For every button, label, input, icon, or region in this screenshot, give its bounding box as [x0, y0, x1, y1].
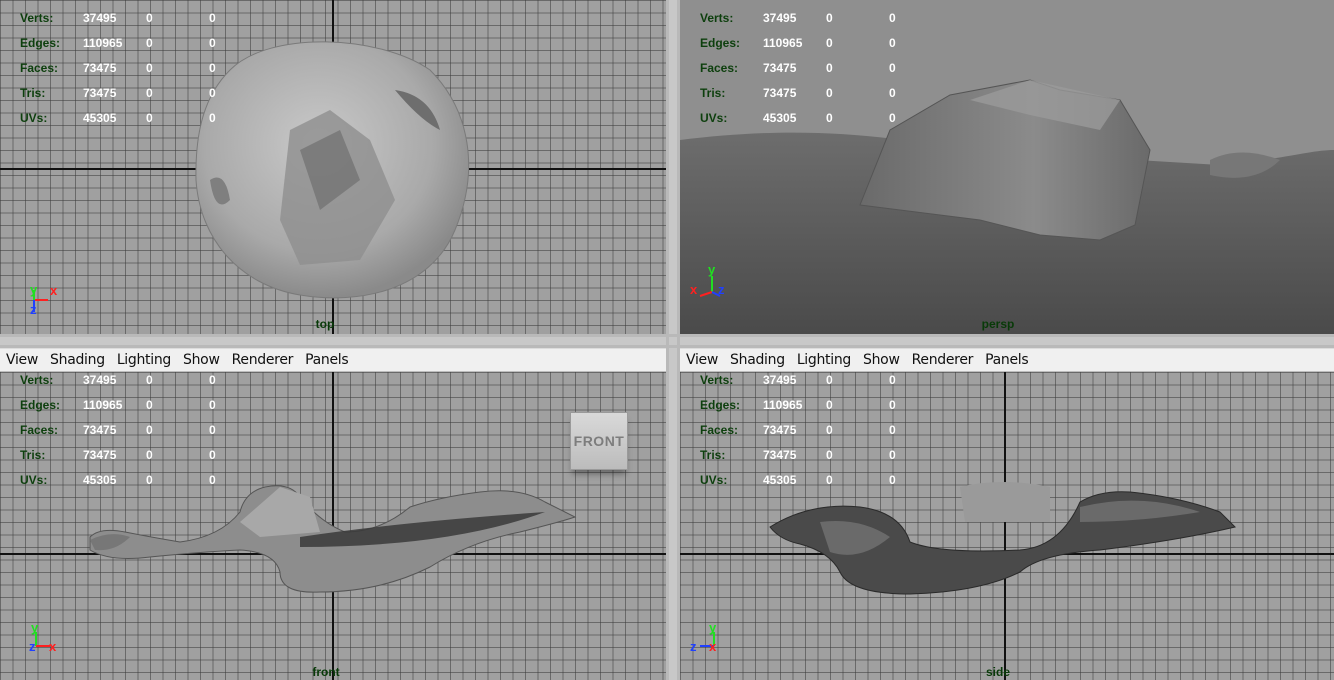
- axis-y-label: y: [30, 282, 38, 297]
- view-cube-label: FRONT: [573, 433, 625, 449]
- axis-z-label: z: [718, 282, 725, 297]
- axis-gizmo-icon: y z x: [688, 620, 728, 660]
- viewport-divider: [666, 0, 680, 680]
- menu-shading[interactable]: Shading: [730, 352, 785, 368]
- camera-label-top: top: [315, 317, 335, 331]
- viewport-front[interactable]: Verts: 37495 0 0 Edges: 110965 0 0 Faces: 73475…: [0, 372, 668, 680]
- menu-shading[interactable]: Shading: [50, 352, 105, 368]
- menu-renderer[interactable]: Renderer: [232, 352, 294, 368]
- viewport-persp[interactable]: Verts: 37495 0 0 Edges: 110965 0 0 Faces: 73475…: [680, 0, 1334, 335]
- menu-lighting[interactable]: Lighting: [117, 352, 172, 368]
- axis-x-label: x: [50, 283, 58, 298]
- axis-gizmo-icon: y x z: [28, 282, 68, 322]
- menu-renderer[interactable]: Renderer: [912, 352, 974, 368]
- axis-gizmo-icon: y x z: [690, 262, 740, 302]
- axis-gizmo-icon: y z x: [28, 620, 68, 660]
- poly-stats: Verts: 37495 0 0 Edges: 110965 0 0 Faces: 73475…: [700, 11, 896, 125]
- panel-menubar-side: View Shading Lighting Show Renderer Pane…: [680, 348, 1334, 372]
- menu-show[interactable]: Show: [183, 352, 220, 368]
- axis-z-label: z: [690, 639, 697, 654]
- camera-label-side: side: [985, 665, 1011, 679]
- viewport-side[interactable]: Verts: 37495 0 0 Edges: 110965 0 0 Faces: 73475…: [680, 372, 1334, 680]
- poly-stats: Verts: 37495 0 0 Edges: 110965 0 0 Faces: 73475…: [700, 373, 896, 487]
- axis-x-label: x: [49, 639, 57, 654]
- viewport-top[interactable]: Verts: 37495 0 0 Edges: 110965 0 0 Faces: 73475…: [0, 0, 668, 335]
- camera-label-front: front: [312, 665, 340, 679]
- view-cube[interactable]: FRONT: [570, 412, 628, 470]
- menu-view[interactable]: View: [6, 352, 38, 368]
- axis-x-label: x: [709, 639, 717, 654]
- axis-y-label: y: [708, 262, 716, 277]
- axis-y-label: y: [31, 620, 39, 635]
- viewport-divider: [0, 334, 1334, 348]
- menu-view[interactable]: View: [686, 352, 718, 368]
- menu-panels[interactable]: Panels: [985, 352, 1029, 368]
- axis-z-label: z: [29, 639, 36, 654]
- poly-stats: Verts: 37495 0 0 Edges: 110965 0 0 Faces: 73475…: [20, 373, 216, 487]
- menu-panels[interactable]: Panels: [305, 352, 349, 368]
- poly-stats: Verts: 37495 0 0 Edges: 110965 0 0 Faces: 73475…: [20, 11, 216, 125]
- panel-menubar-front: View Shading Lighting Show Renderer Pane…: [0, 348, 668, 372]
- camera-label-persp: persp: [981, 317, 1015, 331]
- axis-y-label: y: [709, 620, 717, 635]
- axis-z-label: z: [30, 302, 37, 317]
- menu-show[interactable]: Show: [863, 352, 900, 368]
- menu-lighting[interactable]: Lighting: [797, 352, 852, 368]
- axis-x-label: x: [690, 282, 698, 297]
